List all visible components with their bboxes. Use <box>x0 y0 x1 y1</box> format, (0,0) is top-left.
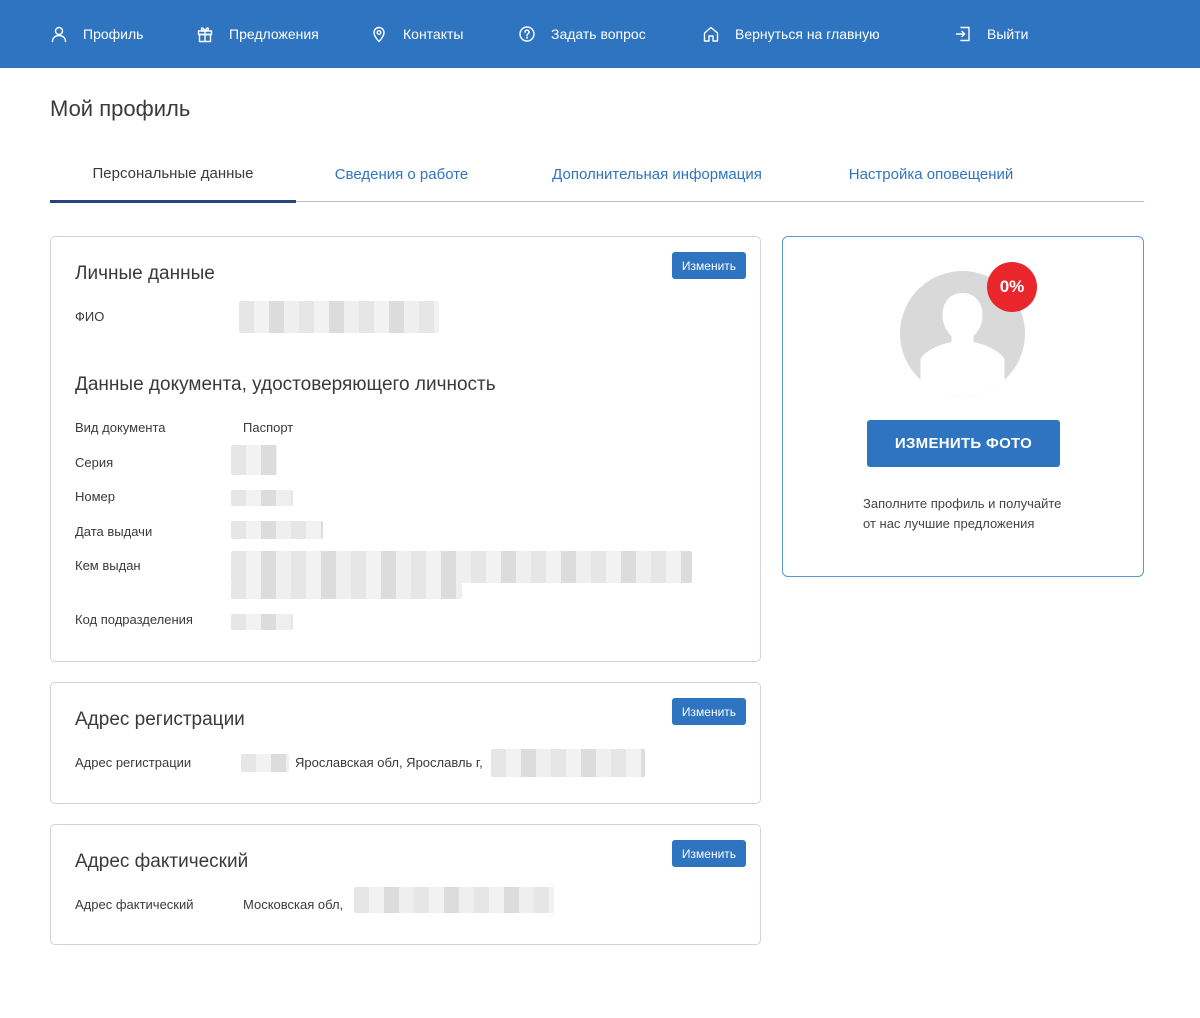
personal-data-card: Личные данные Изменить ФИО Данные докуме… <box>50 236 761 662</box>
question-circle-icon <box>519 26 535 42</box>
registration-address-redacted-prefix <box>241 754 289 772</box>
tab-notification-settings[interactable]: Настройка оповещений <box>830 146 1032 202</box>
location-pin-icon <box>373 26 385 43</box>
number-label: Номер <box>75 489 116 504</box>
dept-code-value-redacted <box>231 614 293 630</box>
nav-profile-label: Профиль <box>83 26 144 42</box>
registration-address-label: Адрес регистрации <box>75 755 192 770</box>
issued-by-label: Кем выдан <box>75 558 141 573</box>
nav-offers[interactable]: Предложения <box>196 0 319 68</box>
tab-personal-data[interactable]: Персональные данные <box>50 146 296 203</box>
nav-contacts[interactable]: Контакты <box>370 0 463 68</box>
nav-profile[interactable]: Профиль <box>50 0 143 68</box>
series-value-redacted <box>231 445 277 475</box>
user-icon <box>51 26 67 43</box>
actual-address-card: Адрес фактический Изменить Адрес фактиче… <box>50 824 761 945</box>
registration-address-card: Адрес регистрации Изменить Адрес регистр… <box>50 682 761 804</box>
actual-address-redacted-suffix <box>354 887 554 913</box>
edit-personal-button[interactable]: Изменить <box>672 252 746 279</box>
edit-registration-address-button[interactable]: Изменить <box>672 698 746 725</box>
gift-icon <box>197 27 213 43</box>
number-value-redacted <box>231 490 293 506</box>
doc-type-label: Вид документа <box>75 420 166 435</box>
issue-date-value-redacted <box>231 521 323 539</box>
nav-contacts-label: Контакты <box>403 26 464 42</box>
home-icon <box>703 26 719 42</box>
fio-value-redacted <box>239 301 439 333</box>
actual-address-label: Адрес фактический <box>75 897 194 912</box>
nav-home-label: Вернуться на главную <box>735 26 880 42</box>
issued-by-value-redacted-line1 <box>231 551 692 583</box>
logout-icon <box>955 26 970 42</box>
fio-label: ФИО <box>75 309 105 324</box>
issue-date-label: Дата выдачи <box>75 524 153 539</box>
tab-additional-info[interactable]: Дополнительная информация <box>534 146 780 202</box>
doc-type-value: Паспорт <box>243 420 294 435</box>
actual-address-value: Московская обл, <box>243 897 344 912</box>
nav-offers-label: Предложения <box>229 26 319 42</box>
nav-logout-label: Выйти <box>987 26 1029 42</box>
profile-hint-text: Заполните профиль и получайте от нас луч… <box>863 496 1062 531</box>
issued-by-value-redacted-line2 <box>231 583 462 599</box>
nav-home[interactable]: Вернуться на главную <box>702 0 880 68</box>
series-label: Серия <box>75 455 114 470</box>
tab-work-info[interactable]: Сведения о работе <box>320 146 483 202</box>
change-photo-button[interactable]: ИЗМЕНИТЬ ФОТО <box>867 420 1060 467</box>
nav-ask-question[interactable]: Задать вопрос <box>518 0 646 68</box>
dept-code-label: Код подразделения <box>75 612 193 627</box>
registration-address-title: Адрес регистрации <box>75 709 245 730</box>
personal-data-title: Личные данные <box>75 263 215 284</box>
actual-address-title: Адрес фактический <box>75 851 249 872</box>
profile-completion-badge: 0% <box>987 262 1037 312</box>
page-title: Мой профиль <box>50 96 191 121</box>
registration-address-redacted-suffix <box>491 749 645 777</box>
registration-address-value: Ярославская обл, Ярославль г, <box>295 755 483 770</box>
top-navbar: Профиль Предложения Контакты Задать вопр… <box>0 0 1200 68</box>
edit-actual-address-button[interactable]: Изменить <box>672 840 746 867</box>
nav-logout[interactable]: Выйти <box>954 0 1028 68</box>
profile-tabs: Персональные данные Сведения о работе До… <box>50 146 1144 203</box>
document-section-title: Данные документа, удостоверяющего личнос… <box>75 374 496 395</box>
nav-ask-label: Задать вопрос <box>551 26 646 42</box>
profile-photo-card: 0% ИЗМЕНИТЬ ФОТО Заполните профиль и пол… <box>782 236 1144 577</box>
